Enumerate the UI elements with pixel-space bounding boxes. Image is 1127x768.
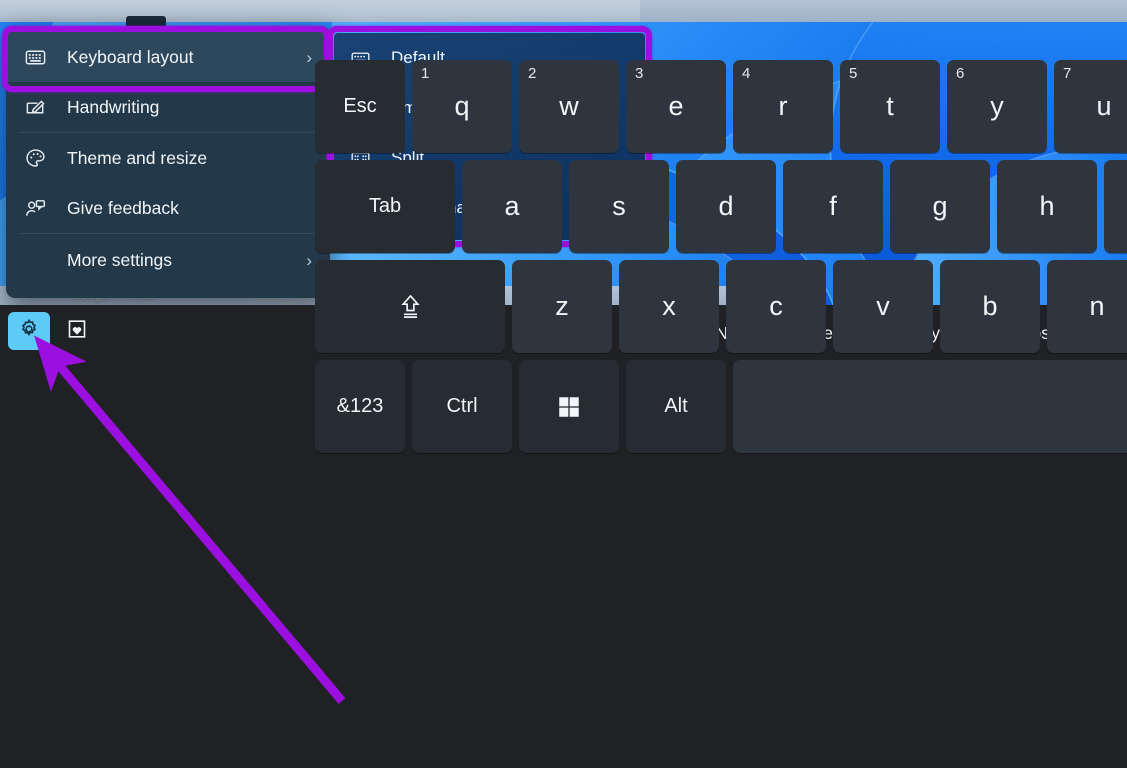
key-label: Ctrl xyxy=(446,395,478,417)
key-label: &123 xyxy=(336,395,384,417)
key-w[interactable]: 2 w xyxy=(519,60,619,153)
key-label: c xyxy=(769,291,783,321)
key-sup: 5 xyxy=(849,65,858,82)
key-shift[interactable] xyxy=(315,260,505,353)
key-f[interactable]: f xyxy=(783,160,883,253)
keyboard-key-rows: Esc 1 q 2 w 3 e 4 r 5 t 6 y 7 u Tab a s … xyxy=(0,60,1127,460)
key-label: r xyxy=(778,91,788,121)
key-ctrl[interactable]: Ctrl xyxy=(412,360,512,453)
key-label: e xyxy=(668,91,684,121)
key-u[interactable]: 7 u xyxy=(1054,60,1127,153)
key-x[interactable]: x xyxy=(619,260,719,353)
key-label: n xyxy=(1089,291,1105,321)
key-q[interactable]: 1 q xyxy=(412,60,512,153)
key-label: g xyxy=(932,191,948,221)
browser-chrome-strip-right xyxy=(640,0,1127,22)
key-sup: 6 xyxy=(956,65,965,82)
browser-tab-notch xyxy=(126,16,166,26)
key-alt[interactable]: Alt xyxy=(626,360,726,453)
keyboard-row: Esc 1 q 2 w 3 e 4 r 5 t 6 y 7 u xyxy=(0,60,1127,160)
key-label: u xyxy=(1096,91,1112,121)
keyboard-row: z x c v b n xyxy=(0,260,1127,360)
key-label: w xyxy=(559,91,579,121)
key-space[interactable] xyxy=(733,360,1127,453)
key-n[interactable]: n xyxy=(1047,260,1127,353)
key-label: h xyxy=(1039,191,1055,221)
key-label: t xyxy=(886,91,894,121)
key-b[interactable]: b xyxy=(940,260,1040,353)
keyboard-row: Tab a s d f g h j xyxy=(0,160,1127,260)
key-label: f xyxy=(829,191,837,221)
key-label: Alt xyxy=(664,395,688,417)
key-windows[interactable] xyxy=(519,360,619,453)
key-h[interactable]: h xyxy=(997,160,1097,253)
key-sup: 1 xyxy=(421,65,430,82)
windows-icon xyxy=(556,394,582,420)
key-e[interactable]: 3 e xyxy=(626,60,726,153)
key-d[interactable]: d xyxy=(676,160,776,253)
keyboard-row: &123 Ctrl Alt xyxy=(0,360,1127,460)
screenshot-root: Google Mise Keyboard layout xyxy=(0,0,1127,768)
key-sup: 3 xyxy=(635,65,644,82)
key-s[interactable]: s xyxy=(569,160,669,253)
key-label: v xyxy=(876,291,890,321)
key-tab[interactable]: Tab xyxy=(315,160,455,253)
key-label: x xyxy=(662,291,676,321)
key-label: s xyxy=(612,191,626,221)
key-symbols[interactable]: &123 xyxy=(315,360,405,453)
key-label: z xyxy=(555,291,569,321)
key-label: a xyxy=(504,191,520,221)
key-j[interactable]: j xyxy=(1104,160,1127,253)
key-sup: 2 xyxy=(528,65,537,82)
key-y[interactable]: 6 y xyxy=(947,60,1047,153)
key-label: y xyxy=(990,91,1004,121)
key-g[interactable]: g xyxy=(890,160,990,253)
key-esc[interactable]: Esc xyxy=(315,60,405,153)
key-label: b xyxy=(982,291,998,321)
key-z[interactable]: z xyxy=(512,260,612,353)
key-label: q xyxy=(454,91,470,121)
key-sup: 4 xyxy=(742,65,751,82)
key-a[interactable]: a xyxy=(462,160,562,253)
shift-icon xyxy=(397,292,424,322)
key-sup: 7 xyxy=(1063,65,1072,82)
key-label: Tab xyxy=(368,195,402,217)
key-label: Esc xyxy=(343,95,377,117)
key-v[interactable]: v xyxy=(833,260,933,353)
key-r[interactable]: 4 r xyxy=(733,60,833,153)
key-label: d xyxy=(718,191,734,221)
key-t[interactable]: 5 t xyxy=(840,60,940,153)
key-c[interactable]: c xyxy=(726,260,826,353)
